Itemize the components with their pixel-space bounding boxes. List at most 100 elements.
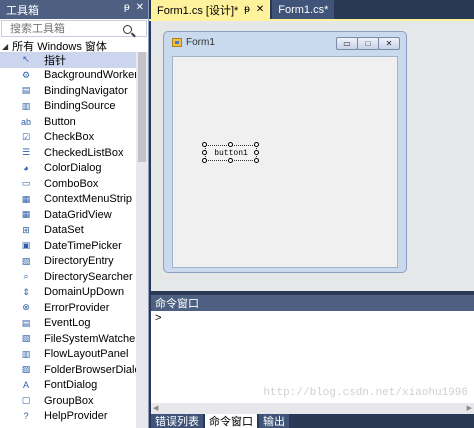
resize-handle-w[interactable] (202, 150, 207, 155)
close-icon[interactable]: ✕ (256, 4, 264, 15)
dataset-icon: ⊞ (22, 224, 30, 235)
toolbox-scrollbar[interactable] (136, 52, 148, 428)
datagridview-icon: ▦ (21, 209, 31, 220)
toolbox-item-directorysearcher[interactable]: ⌕ DirectorySearcher (0, 269, 136, 285)
backgroundworker-icon: ⚙ (21, 69, 31, 80)
errorprovider-icon: ⊗ (22, 302, 30, 313)
collapse-triangle-icon[interactable]: ◢ (2, 42, 8, 51)
groupbox-icon: ▢ (21, 395, 31, 406)
toolbox-item-label: BindingSource (44, 100, 116, 113)
tab-form1-design[interactable]: Form1.cs [设计]* ᵽ ✕ (151, 0, 271, 19)
form-designer-surface[interactable]: Form1 ▭ □ ✕ button1 (151, 21, 474, 291)
bindingnavigator-icon: ▤ (21, 85, 31, 96)
toolbox-title: 工具箱 (6, 4, 39, 17)
toolbox-item-bindingsource[interactable]: ▥ BindingSource (0, 99, 136, 115)
scroll-right-icon[interactable]: ▶ (467, 404, 472, 412)
resize-handle-s[interactable] (228, 158, 233, 163)
toolbox-item-pointer[interactable]: ↖ 指针 (0, 52, 136, 68)
pin-icon[interactable]: ᵽ (124, 2, 130, 13)
helpprovider-icon: ? (23, 411, 29, 422)
tab-output[interactable]: 输出 (259, 414, 289, 428)
toolbox-item-label: BindingNavigator (44, 84, 128, 97)
domainupdown-icon: ⇕ (22, 286, 30, 297)
toolbox-item-checkbox[interactable]: ☑ CheckBox (0, 130, 136, 146)
toolbox-item-fontdialog[interactable]: A FontDialog (0, 378, 136, 394)
toolbox-item-datagridview[interactable]: ▦ DataGridView (0, 207, 136, 223)
toolbox-item-eventlog[interactable]: ▤ EventLog (0, 316, 136, 332)
resize-handle-n[interactable] (228, 142, 233, 147)
toolbox-item-folderbrowserdialog[interactable]: ▨ FolderBrowserDialog (0, 362, 147, 378)
bottom-tab-strip: 错误列表 命令窗口 输出 (151, 414, 474, 428)
tab-error-list[interactable]: 错误列表 (151, 414, 203, 428)
toolbox-search-box (1, 20, 147, 37)
command-window-body[interactable]: > http://blog.csdn.net/xiaohu1996 ◀ ▶ (151, 311, 474, 414)
toolbox-item-combobox[interactable]: ▭ ComboBox (0, 176, 136, 192)
form1-window[interactable]: Form1 ▭ □ ✕ button1 (163, 31, 407, 273)
form-titlebar[interactable]: Form1 ▭ □ ✕ (164, 32, 406, 52)
toolbox-panel: 工具箱 ᵽ ✕ ◢ 所有 Windows 窗体 ↖指针⚙BackgroundWo… (0, 0, 149, 428)
resize-handle-ne[interactable] (254, 142, 259, 147)
resize-handle-e[interactable] (254, 150, 259, 155)
filesystemwatcher-icon: ▧ (21, 333, 31, 344)
command-window-header[interactable]: 命令窗口 (151, 295, 474, 311)
eventlog-icon: ▤ (21, 317, 31, 328)
resize-handle-sw[interactable] (202, 158, 207, 163)
pin-icon[interactable]: ᵽ (244, 4, 250, 15)
fontdialog-icon: A (22, 380, 29, 391)
toolbox-item-label: GroupBox (44, 394, 94, 407)
toolbox-item-backgroundworker[interactable]: ⚙ BackgroundWorker (0, 68, 138, 84)
toolbox-item-label: CheckBox (44, 131, 95, 144)
tab-command-window[interactable]: 命令窗口 (205, 414, 257, 428)
toolbox-item-label: Button (44, 115, 76, 128)
toolbox-item-label: HelpProvider (44, 410, 108, 423)
toolbox-item-colordialog[interactable]: ◕ ColorDialog (0, 161, 136, 177)
toolbox-item-contextmenustrip[interactable]: ▦ ContextMenuStrip (0, 192, 136, 208)
toolbox-item-flowlayoutpanel[interactable]: ▥ FlowLayoutPanel (0, 347, 136, 363)
document-tab-strip: Form1.cs [设计]* ᵽ ✕ Form1.cs* (149, 0, 474, 19)
toolbox-item-checkedlistbox[interactable]: ☰ CheckedListBox (0, 145, 136, 161)
maximize-button[interactable]: □ (357, 37, 379, 50)
tab-label: Form1.cs [设计]* (157, 4, 239, 17)
pointer-icon: ↖ (22, 54, 30, 65)
toolbox-item-label: BackgroundWorker (44, 69, 138, 82)
button-icon: ab (20, 116, 31, 127)
form-title: Form1 (186, 36, 215, 48)
checkbox-icon: ☑ (21, 131, 31, 142)
resize-handle-nw[interactable] (202, 142, 207, 147)
flowlayoutpanel-icon: ▥ (21, 348, 31, 359)
close-button[interactable]: ✕ (378, 37, 400, 50)
toolbox-item-dataset[interactable]: ⊞ DataSet (0, 223, 136, 239)
toolbox-item-directoryentry[interactable]: ▧ DirectoryEntry (0, 254, 136, 270)
document-area: Form1.cs [设计]* ᵽ ✕ Form1.cs* Form1 ▭ □ ✕ bu… (149, 0, 474, 428)
directoryentry-icon: ▧ (21, 255, 31, 266)
toolbox-item-label: ErrorProvider (44, 301, 110, 314)
toolbox-item-datetimepicker[interactable]: ▣ DateTimePicker (0, 238, 136, 254)
minimize-button[interactable]: ▭ (336, 37, 358, 50)
colordialog-icon: ◕ (23, 163, 29, 174)
toolbox-item-domainupdown[interactable]: ⇕ DomainUpDown (0, 285, 136, 301)
search-icon[interactable] (123, 25, 132, 34)
toolbox-item-button[interactable]: ab Button (0, 114, 136, 130)
toolbox-item-filesystemwatcher[interactable]: ▧ FileSystemWatcher (0, 331, 139, 347)
toolbox-item-errorprovider[interactable]: ⊗ ErrorProvider (0, 300, 136, 316)
resize-handle-se[interactable] (254, 158, 259, 163)
vs-ide-window: 工具箱 ᵽ ✕ ◢ 所有 Windows 窗体 ↖指针⚙BackgroundWo… (0, 0, 474, 428)
scroll-left-icon[interactable]: ◀ (153, 404, 158, 412)
toolbox-search-input[interactable] (10, 22, 110, 35)
tab-form1-code[interactable]: Form1.cs* (272, 0, 335, 19)
command-window-hscrollbar[interactable]: ◀ ▶ (151, 403, 474, 414)
contextmenustrip-icon: ▦ (21, 193, 31, 204)
toolbox-header[interactable]: 工具箱 ᵽ ✕ (0, 0, 148, 19)
command-window-title: 命令窗口 (155, 298, 199, 310)
toolbox-item-label: FolderBrowserDialog (44, 363, 147, 376)
toolbox-item-label: FontDialog (44, 379, 98, 392)
close-icon[interactable]: ✕ (136, 2, 144, 13)
toolbox-item-label: FlowLayoutPanel (44, 348, 129, 361)
toolbox-item-groupbox[interactable]: ▢ GroupBox (0, 393, 136, 409)
directorysearcher-icon: ⌕ (23, 271, 29, 282)
toolbox-item-label: FileSystemWatcher (44, 332, 139, 345)
toolbox-item-helpprovider[interactable]: ? HelpProvider (0, 409, 136, 425)
scrollbar-thumb[interactable] (138, 52, 146, 162)
form-client-area[interactable]: button1 (172, 56, 398, 268)
toolbox-item-bindingnavigator[interactable]: ▤ BindingNavigator (0, 83, 136, 99)
